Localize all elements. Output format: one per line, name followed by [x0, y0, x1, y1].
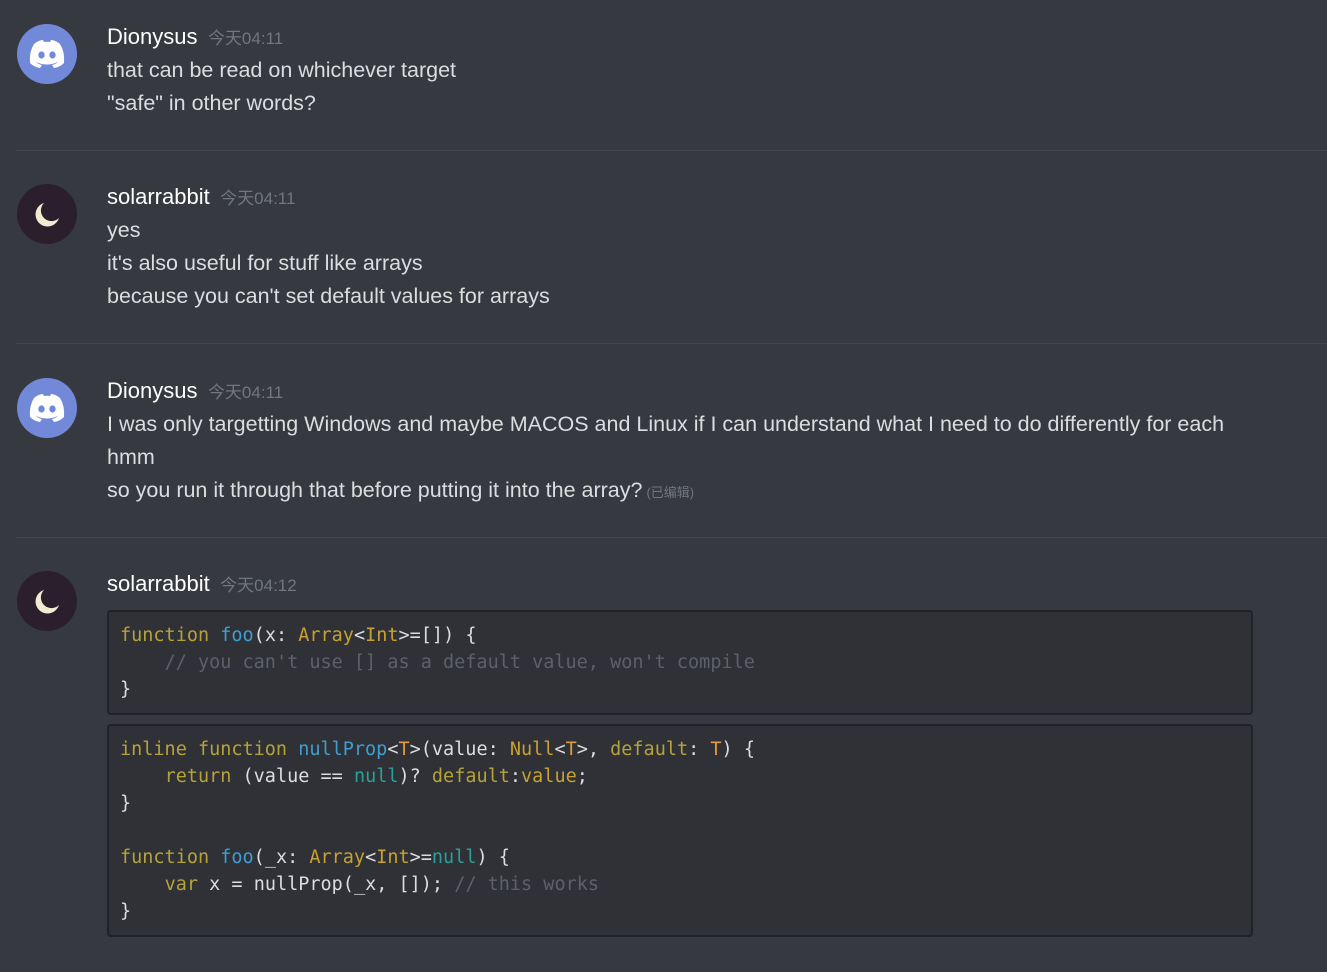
username[interactable]: solarrabbit	[107, 184, 210, 209]
avatar[interactable]	[17, 184, 77, 244]
chat-messages: Dionysus 今天04:11 that can be read on whi…	[0, 0, 1327, 972]
username[interactable]: solarrabbit	[107, 571, 210, 596]
code-line: function foo(_x: Array<Int>=null) {	[120, 847, 510, 868]
code-line: function foo(x: Array<Int>=[]) {	[120, 625, 477, 646]
timestamp: 今天04:11	[220, 189, 296, 208]
code-line: }	[120, 679, 132, 700]
message-text: it's also useful for stuff like arrays	[107, 251, 423, 275]
code-block[interactable]: inline function nullProp<T>(value: Null<…	[107, 724, 1253, 937]
crescent-moon-icon	[35, 590, 59, 614]
timestamp: 今天04:11	[207, 383, 284, 402]
message-header: Dionysus 今天04:11	[107, 24, 283, 50]
message-divider	[16, 537, 1327, 538]
code-line: var x = nullProp(_x, []); // this works	[164, 874, 599, 895]
message-text: that can be read on whichever target	[107, 58, 456, 82]
message-divider	[16, 150, 1327, 151]
message-divider	[16, 343, 1327, 344]
edited-label: (已编辑)	[646, 485, 695, 500]
code-block[interactable]: function foo(x: Array<Int>=[]) { // you …	[107, 610, 1253, 715]
code-line: return (value == null)? default:value;	[164, 766, 588, 787]
message-text: hmm	[107, 445, 155, 469]
crescent-moon-icon	[35, 203, 59, 227]
code-line: inline function nullProp<T>(value: Null<…	[120, 739, 755, 760]
message-text: yes	[107, 218, 141, 242]
timestamp: 今天04:12	[220, 576, 297, 595]
code-line: }	[120, 901, 132, 922]
message-text: because you can't set default values for…	[107, 284, 550, 308]
discord-logo-icon	[29, 40, 65, 68]
message-header: solarrabbit 今天04:11	[107, 184, 295, 210]
message-text-content: so you run it through that before puttin…	[107, 478, 643, 502]
message-text: I was only targetting Windows and maybe …	[107, 412, 1225, 436]
avatar[interactable]	[17, 24, 77, 84]
message-header: solarrabbit 今天04:12	[107, 571, 297, 597]
code-line: // you can't use [] as a default value, …	[164, 652, 755, 673]
avatar[interactable]	[17, 571, 77, 631]
code-line: }	[120, 793, 132, 814]
timestamp: 今天04:11	[207, 29, 284, 48]
discord-logo-icon	[29, 394, 65, 422]
message-text: so you run it through that before puttin…	[107, 478, 694, 503]
message-header: Dionysus 今天04:11	[107, 378, 283, 404]
avatar[interactable]	[17, 378, 77, 438]
message-text: "safe" in other words?	[107, 91, 316, 115]
username[interactable]: Dionysus	[107, 378, 197, 403]
username[interactable]: Dionysus	[107, 24, 197, 49]
